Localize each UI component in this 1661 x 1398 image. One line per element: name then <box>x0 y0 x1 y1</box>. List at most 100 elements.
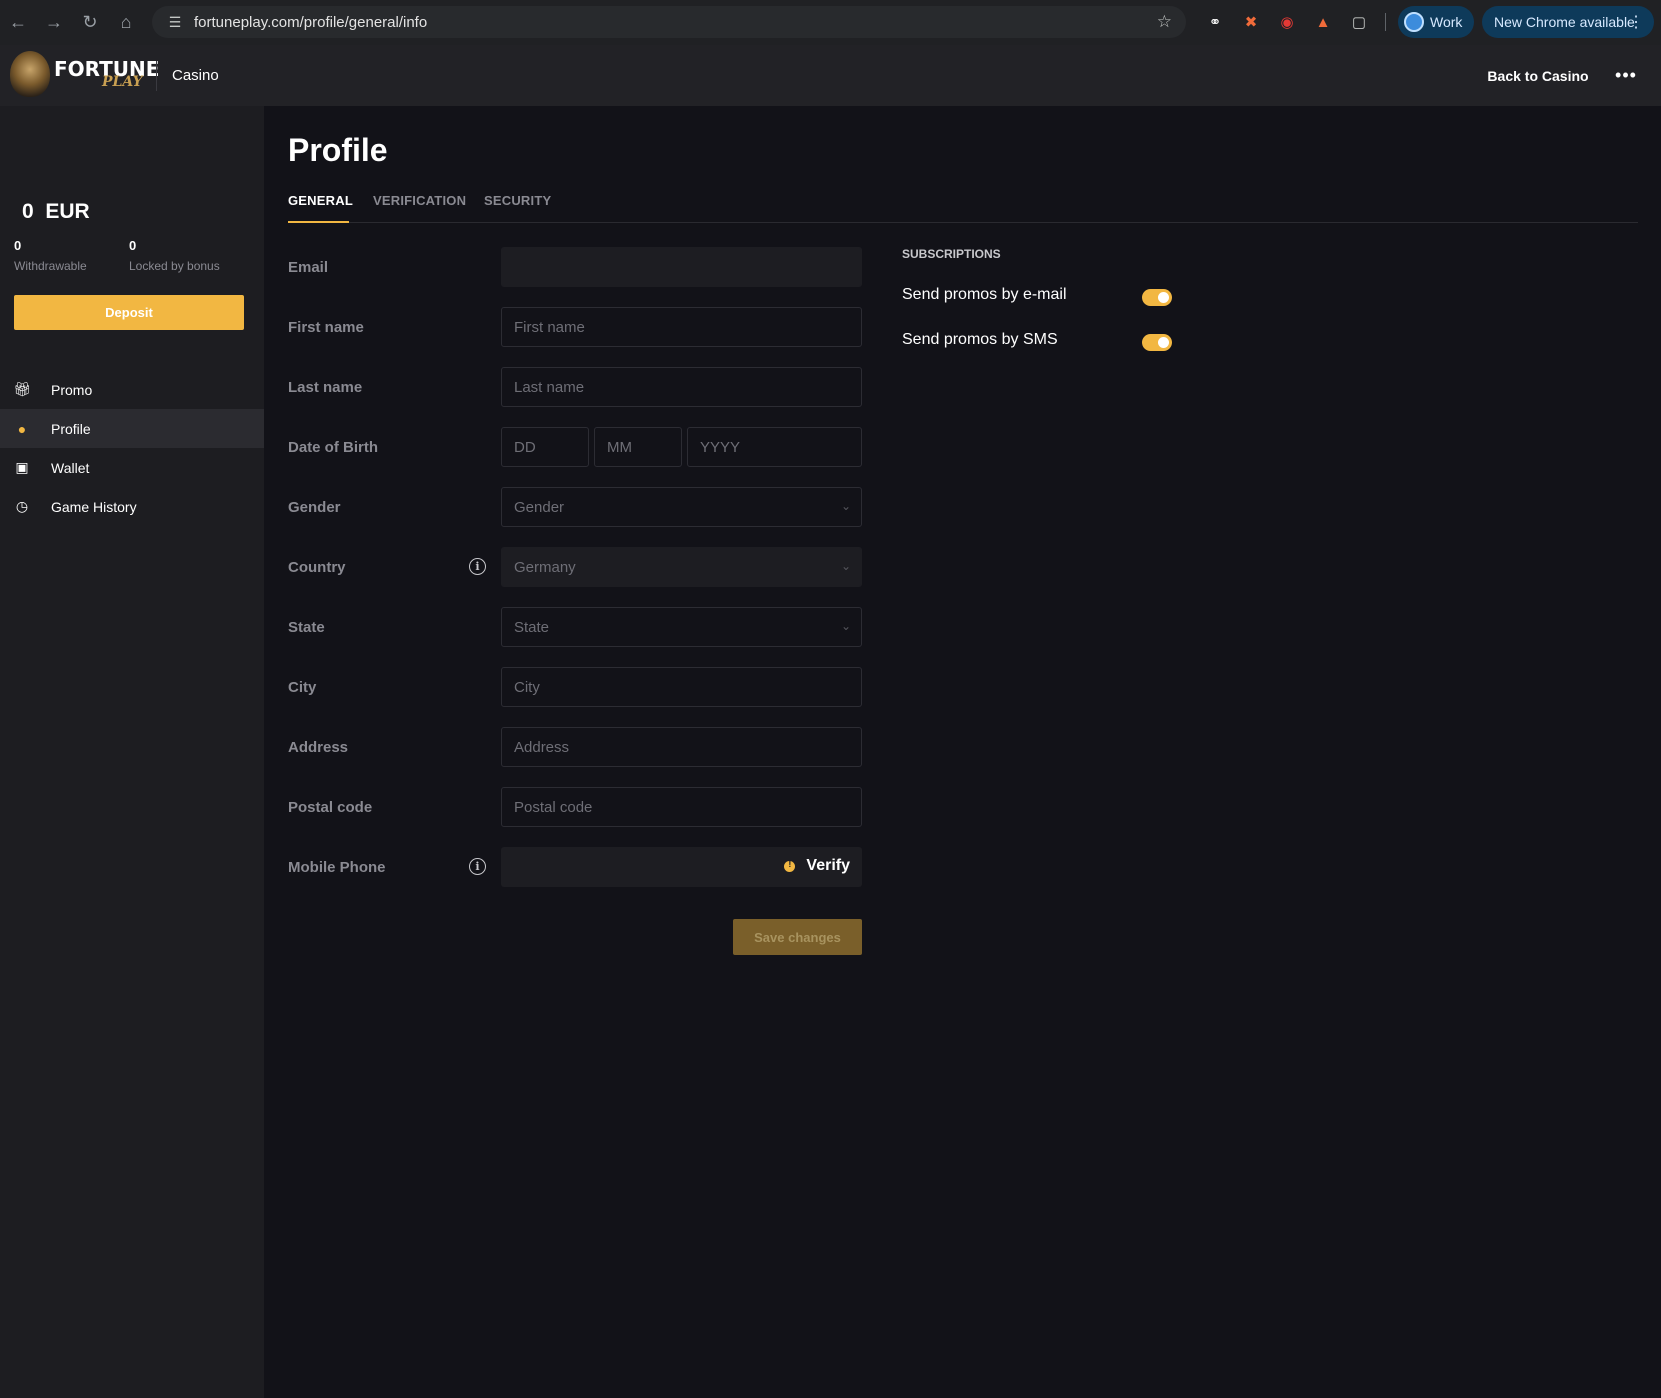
phone-info-icon[interactable]: i <box>469 858 486 875</box>
verify-label: Verify <box>806 857 850 874</box>
browser-toolbar: ← → ↻ ⌂ ☰ fortuneplay.com/profile/genera… <box>0 0 1661 45</box>
withdrawable-label: Withdrawable <box>14 259 87 273</box>
main-content: Profile GENERAL VERIFICATION SECURITY Em… <box>264 106 1661 1398</box>
fox-extension-icon[interactable]: ▲ <box>1311 10 1335 34</box>
mobile-phone-row: Mobile Phone i Verify <box>288 847 862 887</box>
dob-day-input[interactable] <box>501 427 589 467</box>
gender-row: Gender Gender ⌄ <box>288 487 862 527</box>
email-promo-toggle[interactable] <box>1142 289 1172 306</box>
address-input[interactable] <box>501 727 862 767</box>
last-name-label: Last name <box>288 379 363 396</box>
cross-extension-icon[interactable]: ✖ <box>1239 10 1263 34</box>
sidebar-item-game-history[interactable]: ◷ Game History <box>0 487 264 526</box>
city-label: City <box>288 679 317 696</box>
mobile-phone-field[interactable]: Verify <box>501 847 862 887</box>
last-name-row: Last name <box>288 367 862 407</box>
country-select[interactable]: Germany ⌄ <box>501 547 862 587</box>
tab-security[interactable]: SECURITY <box>484 193 551 208</box>
red-extension-icon[interactable]: ◉ <box>1275 10 1299 34</box>
more-options-icon[interactable]: ••• <box>1608 57 1644 93</box>
sidebar-item-wallet[interactable]: ▣ Wallet <box>0 448 264 487</box>
city-input[interactable] <box>501 667 862 707</box>
address-bar[interactable]: ☰ fortuneplay.com/profile/general/info ☆ <box>152 6 1186 38</box>
browser-profile-button[interactable]: Work <box>1398 6 1474 38</box>
last-name-input[interactable] <box>501 367 862 407</box>
state-row: State State ⌄ <box>288 607 862 647</box>
locked-bonus-block: 0 Locked by bonus <box>129 238 220 273</box>
logo-sub-text: PLAY <box>102 74 143 90</box>
chrome-update-button[interactable]: New Chrome available ⋮ <box>1482 6 1654 38</box>
profile-avatar-icon <box>1404 12 1424 32</box>
reload-icon[interactable]: ↻ <box>72 5 108 41</box>
withdrawable-block: 0 Withdrawable <box>14 238 87 273</box>
gender-select-value: Gender <box>514 498 565 516</box>
page-title: Profile <box>288 132 388 168</box>
email-field[interactable] <box>501 247 862 287</box>
user-icon: ● <box>17 420 27 437</box>
fortune-play-logo[interactable]: FORTUNE PLAY <box>10 51 159 97</box>
tab-verification[interactable]: VERIFICATION <box>373 193 466 208</box>
sidebar: 0 EUR 0 Withdrawable 0 Locked by bonus D… <box>0 106 264 1398</box>
home-icon[interactable]: ⌂ <box>108 5 144 41</box>
email-promo-label: Send promos by e-mail <box>902 286 1067 303</box>
balance-amount: 0 EUR <box>22 200 90 223</box>
kebab-menu-icon: ⋮ <box>1628 14 1644 31</box>
casino-link[interactable]: Casino <box>172 67 219 84</box>
withdrawable-value: 0 <box>14 238 22 253</box>
address-row: Address <box>288 727 862 767</box>
toolbar-separator <box>1385 13 1386 31</box>
mobile-phone-label: Mobile Phone <box>288 859 386 876</box>
subscriptions-title: SUBSCRIPTIONS <box>902 247 1001 261</box>
postal-code-row: Postal code <box>288 787 862 827</box>
profile-tabs: GENERAL VERIFICATION SECURITY <box>288 186 1638 223</box>
link-extension-icon[interactable]: ⚭ <box>1203 10 1227 34</box>
clock-icon: ◷ <box>15 498 29 514</box>
active-tab-indicator <box>288 221 349 223</box>
dob-label: Date of Birth <box>288 439 378 456</box>
back-arrow-icon[interactable]: ← <box>0 5 36 41</box>
email-promo-row: Send promos by e-mail <box>902 284 1174 308</box>
state-select[interactable]: State ⌄ <box>501 607 862 647</box>
site-settings-icon[interactable]: ☰ <box>160 14 190 31</box>
sidebar-item-promo[interactable]: 🎁︎ Promo <box>0 370 264 409</box>
wallet-icon: ▣ <box>15 459 29 475</box>
dob-row: Date of Birth <box>288 427 862 467</box>
sms-promo-toggle[interactable] <box>1142 334 1172 351</box>
locked-value: 0 <box>129 238 137 253</box>
tab-general[interactable]: GENERAL <box>288 193 353 208</box>
postal-code-input[interactable] <box>501 787 862 827</box>
locked-label: Locked by bonus <box>129 259 220 273</box>
sidebar-item-profile[interactable]: ● Profile <box>0 409 264 448</box>
deposit-button[interactable]: Deposit <box>14 295 244 330</box>
save-changes-button[interactable]: Save changes <box>733 919 862 955</box>
gender-label: Gender <box>288 499 341 516</box>
country-info-icon[interactable]: i <box>469 558 486 575</box>
sms-promo-row: Send promos by SMS <box>902 329 1174 353</box>
chevron-down-icon: ⌄ <box>840 619 851 633</box>
update-label: New Chrome available <box>1494 14 1635 30</box>
sidebar-menu: 🎁︎ Promo ● Profile ▣ Wallet ◷ Game Histo… <box>0 370 264 526</box>
extensions-puzzle-icon[interactable]: ▢ <box>1347 10 1371 34</box>
country-select-value: Germany <box>514 558 576 576</box>
gender-select[interactable]: Gender ⌄ <box>501 487 862 527</box>
first-name-input[interactable] <box>501 307 862 347</box>
bookmark-star-icon[interactable]: ☆ <box>1157 12 1172 32</box>
verify-phone-button[interactable]: Verify <box>784 857 850 875</box>
sidebar-item-label: Wallet <box>51 459 90 476</box>
chevron-down-icon: ⌄ <box>840 559 851 573</box>
sidebar-item-label: Profile <box>51 420 91 437</box>
dob-month-input[interactable] <box>594 427 682 467</box>
back-to-casino-button[interactable]: Back to Casino <box>1478 57 1598 95</box>
first-name-label: First name <box>288 319 364 336</box>
state-label: State <box>288 619 325 636</box>
dob-year-input[interactable] <box>687 427 862 467</box>
profile-label: Work <box>1430 14 1463 30</box>
chevron-down-icon: ⌄ <box>840 499 851 513</box>
header-divider <box>156 61 157 91</box>
app-header: FORTUNE PLAY Casino Back to Casino ••• <box>0 45 1661 106</box>
url-text[interactable]: fortuneplay.com/profile/general/info <box>194 14 427 31</box>
state-select-value: State <box>514 618 550 636</box>
email-label: Email <box>288 259 329 276</box>
warning-dot-icon <box>784 859 796 872</box>
forward-arrow-icon[interactable]: → <box>36 5 72 41</box>
